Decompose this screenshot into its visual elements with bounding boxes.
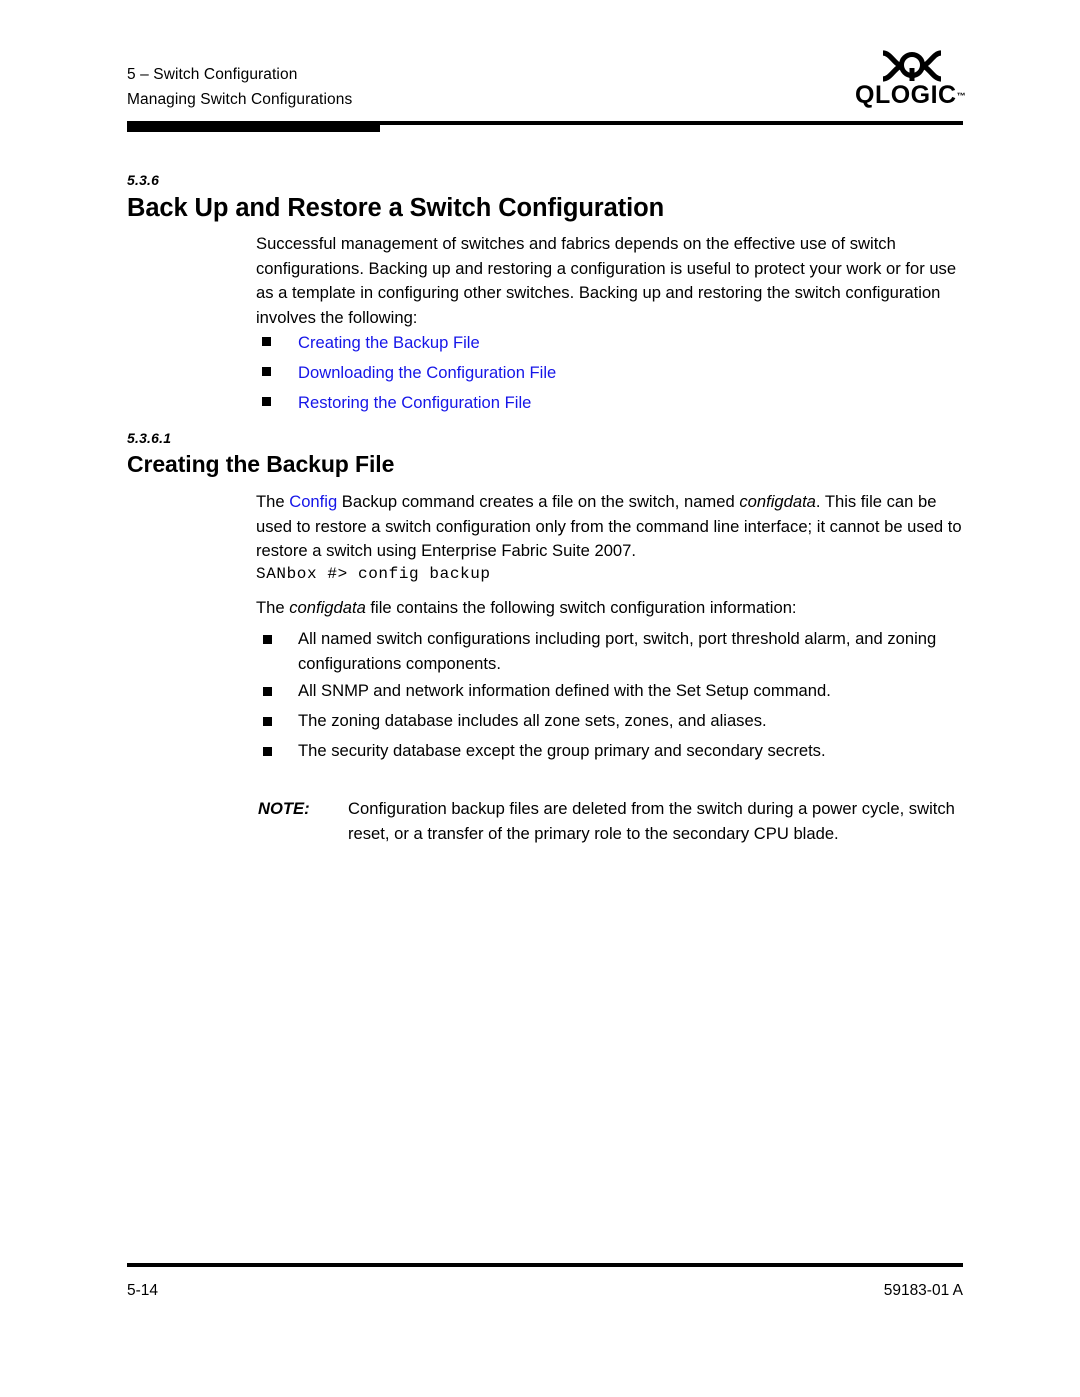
subsection-paragraph-2: The configdata file contains the followi… [256, 596, 972, 621]
section-intro-paragraph: Successful management of switches and fa… [256, 234, 957, 327]
paragraph2-tail-text: file contains the following switch confi… [365, 598, 797, 617]
subsection-number: 5.3.6.1 [127, 430, 172, 446]
qlogic-wordmark-text: QLOGIC [855, 81, 957, 109]
italic-configdata: configdata [739, 492, 816, 511]
bullet-square-icon [263, 747, 272, 756]
section-title: Back Up and Restore a Switch Configurati… [127, 194, 665, 222]
list-item-text: All named switch configurations includin… [298, 629, 937, 673]
bullet-square-icon [263, 717, 272, 726]
bullet-square-icon [262, 397, 271, 406]
italic-configdata: configdata [289, 598, 366, 617]
bullet-square-icon [262, 337, 271, 346]
header-breadcrumb: 5 – Switch Configuration Managing Switch… [127, 62, 352, 112]
header-rule-thick [127, 121, 380, 132]
note-label: NOTE: [258, 799, 310, 818]
page-header: 5 – Switch Configuration Managing Switch… [0, 0, 1080, 135]
header-chapter-line: 5 – Switch Configuration [127, 66, 298, 83]
header-section-line: Managing Switch Configurations [127, 91, 353, 108]
subsection-title: Creating the Backup File [127, 451, 395, 477]
list-item-text: All SNMP and network information defined… [298, 681, 831, 700]
bullet-square-icon [263, 635, 272, 644]
document-page: 5 – Switch Configuration Managing Switch… [0, 0, 1080, 1397]
header-rule-thin [380, 121, 963, 125]
qlogic-wordmark: QLOGIC™ [855, 81, 975, 109]
bullet-square-icon [262, 367, 271, 376]
paragraph-lead-text: The [256, 492, 290, 511]
trademark-symbol: ™ [956, 91, 966, 101]
footer-document-number: 59183-01 A [883, 1282, 963, 1299]
note-text: Configuration backup files are deleted f… [348, 799, 955, 843]
footer-page-number: 5-14 [127, 1282, 159, 1299]
link-config[interactable]: Config [289, 492, 337, 511]
footer-rule [127, 1263, 963, 1267]
qlogic-logo: QLOGIC™ [855, 50, 975, 112]
link-creating-the-backup-file[interactable]: Creating the Backup File [298, 331, 480, 356]
link-downloading-the-configuration-file[interactable]: Downloading the Configuration File [298, 361, 556, 386]
paragraph-mid-text: Backup command creates a file on the swi… [337, 492, 740, 511]
subsection-paragraph-1: The Config Backup command creates a file… [256, 490, 972, 564]
list-item-text: The zoning database includes all zone se… [298, 711, 767, 730]
section-number: 5.3.6 [127, 172, 160, 188]
qlogic-q-x-mark-icon [881, 50, 943, 82]
paragraph2-lead-text: The [256, 598, 290, 617]
link-restoring-the-configuration-file[interactable]: Restoring the Configuration File [298, 391, 531, 416]
bullet-square-icon [263, 687, 272, 696]
cli-command-example: SANbox #> config backup [256, 565, 491, 583]
list-item-text: The security database except the group p… [298, 741, 826, 760]
